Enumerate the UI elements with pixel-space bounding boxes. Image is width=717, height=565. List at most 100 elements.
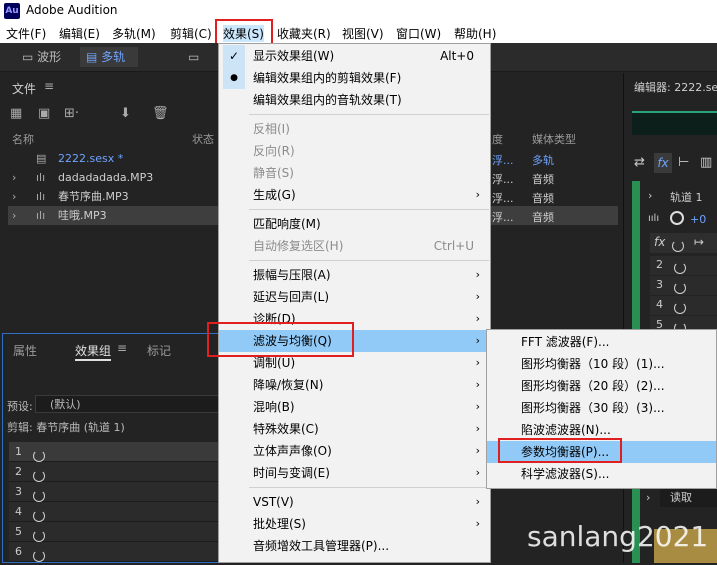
- effects-menu-item[interactable]: 批处理(S) ›: [219, 513, 490, 535]
- panel-menu-icon[interactable]: ≡: [117, 341, 127, 355]
- effect-slot-row[interactable]: 2: [9, 462, 219, 482]
- multitrack-mode-button[interactable]: ▤ 多轨: [80, 47, 138, 67]
- power-icon[interactable]: [674, 260, 686, 274]
- fx-tab-icon[interactable]: fx: [654, 153, 672, 173]
- file-rate: 浮...: [492, 154, 514, 167]
- filter-submenu-item[interactable]: 科学滤波器(S)...: [487, 463, 716, 485]
- column-header-media-type[interactable]: 媒体类型: [532, 131, 576, 147]
- file-row[interactable]: › ılı 哇哦.MP3: [8, 206, 222, 225]
- effect-slot-row[interactable]: 6: [9, 542, 219, 562]
- toolbar-icon-button[interactable]: ▭: [182, 47, 216, 67]
- sends-icon[interactable]: ⊢: [678, 155, 689, 170]
- effects-menu-item[interactable]: 静音(S): [219, 162, 490, 184]
- menu-item-label: VST(V): [253, 495, 294, 509]
- power-icon[interactable]: [674, 280, 686, 294]
- editor-title: 编辑器: 2222.sesx: [634, 81, 717, 94]
- submenu-arrow-icon: ›: [475, 268, 480, 281]
- audio-wave-icon: ılı: [36, 190, 46, 203]
- effects-menu-item[interactable]: 匹配响度(M): [219, 213, 490, 235]
- menu-file[interactable]: 文件(F): [6, 25, 46, 42]
- effects-menu-item[interactable]: 混响(B) ›: [219, 396, 490, 418]
- panel-menu-icon[interactable]: ≡: [44, 79, 54, 93]
- effect-slot-row[interactable]: 3: [650, 276, 717, 295]
- effects-menu-item[interactable]: 振幅与压限(A) ›: [219, 264, 490, 286]
- fx-icon: fx: [654, 235, 666, 249]
- effects-menu-item[interactable]: 反向(R): [219, 140, 490, 162]
- effect-slot-row[interactable]: 1: [9, 442, 219, 462]
- file-name: dadadadada.MP3: [58, 171, 154, 184]
- filter-submenu-item[interactable]: 图形均衡器（20 段）(2)...: [487, 375, 716, 397]
- filter-submenu-item[interactable]: 图形均衡器（30 段）(3)...: [487, 397, 716, 419]
- waveform-icon: ▭: [22, 50, 38, 64]
- track-name[interactable]: 轨道 1: [670, 189, 703, 205]
- file-row[interactable]: ▤ 2222.sesx *: [8, 149, 222, 168]
- eq-icon[interactable]: ▥: [700, 155, 712, 170]
- expand-chevron-icon[interactable]: ›: [648, 189, 652, 202]
- volume-knob[interactable]: [670, 211, 684, 225]
- open-file-icon[interactable]: ▣: [38, 106, 50, 121]
- effects-menu-item[interactable]: ✓ 显示效果组(W) Alt+0: [219, 45, 490, 67]
- expand-chevron-icon[interactable]: ›: [646, 491, 650, 504]
- effects-menu-item[interactable]: 时间与变调(E) ›: [219, 462, 490, 484]
- filter-submenu-item[interactable]: 图形均衡器（10 段）(1)...: [487, 353, 716, 375]
- file-row[interactable]: › ılı dadadadada.MP3: [8, 168, 222, 187]
- waveform-label: 波形: [37, 50, 62, 64]
- effect-slot-row[interactable]: 4: [9, 502, 219, 522]
- waveform-overview[interactable]: [632, 111, 717, 135]
- menu-favorites[interactable]: 收藏夹(R): [277, 25, 331, 42]
- input-output-icon[interactable]: ⇄: [634, 155, 645, 170]
- effects-menu-item[interactable]: 降噪/恢复(N) ›: [219, 374, 490, 396]
- effects-menu-item[interactable]: 反相(I): [219, 118, 490, 140]
- annotation-box-effects-menu: [215, 19, 273, 45]
- expand-chevron-icon[interactable]: ›: [12, 168, 16, 187]
- menu-view[interactable]: 视图(V): [342, 25, 384, 42]
- column-header-name[interactable]: 名称: [12, 131, 34, 147]
- tab-markers[interactable]: 标记: [147, 342, 171, 359]
- effects-menu-item[interactable]: 立体声声像(O) ›: [219, 440, 490, 462]
- menu-edit[interactable]: 编辑(E): [59, 25, 100, 42]
- new-file-icon[interactable]: ▦: [10, 106, 22, 121]
- menu-item-label: 降噪/恢复(N): [253, 378, 324, 392]
- tab-effects-rack[interactable]: 效果组: [75, 342, 112, 361]
- effects-menu-item[interactable]: 音频增效工具管理器(P)...: [219, 535, 490, 557]
- menu-clip[interactable]: 剪辑(C): [170, 25, 212, 42]
- file-media-type: 音频: [532, 192, 554, 205]
- import-file-icon[interactable]: ⊞·: [64, 106, 79, 121]
- tab-properties[interactable]: 属性: [13, 342, 37, 359]
- effects-menu-item[interactable]: ● 编辑效果组内的剪辑效果(F): [219, 67, 490, 89]
- effects-menu-item[interactable]: 生成(G) ›: [219, 184, 490, 206]
- multitrack-icon: ▤: [86, 50, 102, 64]
- effects-menu-item[interactable]: 延迟与回声(L) ›: [219, 286, 490, 308]
- power-icon[interactable]: [33, 546, 45, 565]
- effects-menu-item[interactable]: 自动修复选区(H) Ctrl+U: [219, 235, 490, 257]
- filter-submenu-item[interactable]: FFT 滤波器(F)...: [487, 331, 716, 353]
- menu-multitrack[interactable]: 多轨(M): [112, 25, 156, 42]
- file-row[interactable]: › ılı 春节序曲.MP3: [8, 187, 222, 206]
- menu-help[interactable]: 帮助(H): [454, 25, 496, 42]
- menu-separator: [249, 487, 489, 488]
- effect-slot-row[interactable]: 4: [650, 296, 717, 315]
- effect-slot-row[interactable]: 2: [650, 256, 717, 275]
- delete-icon[interactable]: 🗑: [152, 106, 169, 121]
- clip-label: 剪辑: 春节序曲 (轨道 1): [7, 421, 125, 434]
- effect-slot-row[interactable]: 5: [9, 522, 219, 542]
- session-icon: ▤: [36, 152, 47, 165]
- pre-post-icon[interactable]: ↦: [694, 235, 704, 249]
- automation-mode-select[interactable]: 读取: [660, 489, 717, 507]
- menu-item-label: 批处理(S): [253, 517, 306, 531]
- expand-chevron-icon[interactable]: ›: [12, 187, 16, 206]
- effects-menu-item[interactable]: 编辑效果组内的音轨效果(T): [219, 89, 490, 111]
- effects-menu-item[interactable]: VST(V) ›: [219, 491, 490, 513]
- preset-select[interactable]: (默认): [35, 395, 219, 413]
- effects-menu-item[interactable]: 特殊效果(C) ›: [219, 418, 490, 440]
- window-title: Adobe Audition: [26, 3, 118, 17]
- effect-slot-row[interactable]: 3: [9, 482, 219, 502]
- power-icon[interactable]: [674, 300, 686, 314]
- insert-icon[interactable]: ⬇: [120, 106, 131, 121]
- menu-window[interactable]: 窗口(W): [396, 25, 441, 42]
- power-icon[interactable]: [672, 238, 684, 252]
- expand-chevron-icon[interactable]: ›: [12, 206, 16, 225]
- waveform-mode-button[interactable]: ▭ 波形: [16, 47, 74, 67]
- column-header-rate[interactable]: 度: [492, 131, 503, 147]
- column-header-status[interactable]: 状态: [192, 131, 214, 147]
